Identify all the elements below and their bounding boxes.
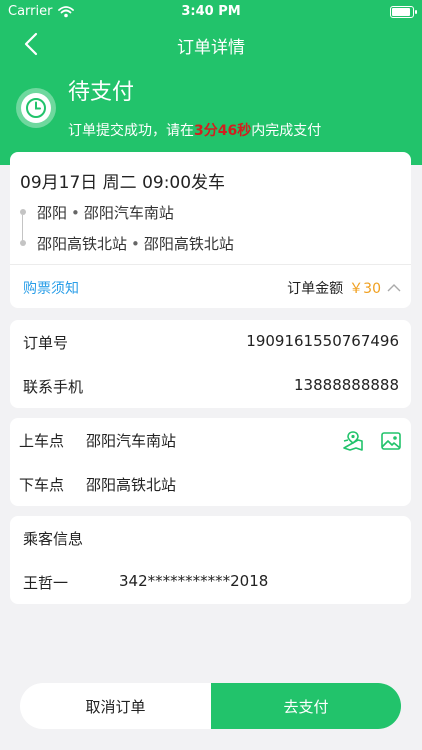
image-icon[interactable] bbox=[380, 430, 402, 452]
battery-icon bbox=[390, 6, 417, 18]
passenger-name: 王哲一 bbox=[23, 574, 69, 592]
payment-status: 待支付 bbox=[68, 80, 135, 105]
divider bbox=[10, 264, 411, 265]
passenger-card: 乘客信息 王哲一 342***********2018 bbox=[10, 516, 411, 604]
route-line bbox=[22, 215, 23, 241]
stops-card: 上车点 邵阳汽车南站 下车点 邵阳高铁北站 bbox=[10, 418, 411, 506]
map-location-icon[interactable] bbox=[342, 430, 364, 452]
alighting-label: 下车点 bbox=[19, 476, 65, 494]
amount-label: 订单金额 bbox=[287, 281, 344, 297]
status-time: 3:40 PM bbox=[181, 4, 241, 19]
phone-value: 13888888888 bbox=[294, 376, 399, 394]
destination-dot bbox=[20, 240, 26, 246]
countdown: 3分46秒 bbox=[194, 123, 252, 139]
order-number-row: 订单号 1909161550767496 bbox=[23, 332, 399, 353]
order-number-value: 1909161550767496 bbox=[246, 332, 399, 350]
passenger-row: 王哲一 342***********2018 bbox=[23, 572, 268, 593]
trip-card: 09月17日 周二 09:00发车 邵阳 • 邵阳汽车南站 邵阳高铁北站 • 邵阳高铁北… bbox=[10, 152, 411, 308]
boarding-value: 邵阳汽车南站 bbox=[86, 432, 177, 450]
status-bar: Carrier 3:40 PM bbox=[0, 0, 422, 24]
origin-dot bbox=[20, 209, 26, 215]
ticket-notice-link[interactable]: 购票须知 bbox=[23, 278, 79, 298]
payment-tip: 订单提交成功，请在3分46秒内完成支付 bbox=[68, 123, 322, 139]
page-title: 订单详情 bbox=[177, 38, 245, 58]
alighting-value: 邵阳高铁北站 bbox=[86, 476, 177, 494]
origin-stop: 邵阳 • 邵阳汽车南站 bbox=[37, 204, 174, 222]
order-number-label: 订单号 bbox=[23, 334, 69, 352]
phone-label: 联系手机 bbox=[23, 378, 84, 396]
pay-button[interactable]: 去支付 bbox=[211, 683, 401, 729]
clock-icon bbox=[16, 88, 56, 128]
order-amount[interactable]: 订单金额 ￥30 bbox=[287, 278, 401, 298]
departure-time: 09月17日 周二 09:00发车 bbox=[20, 173, 226, 193]
order-info-card: 订单号 1909161550767496 联系手机 13888888888 bbox=[10, 320, 411, 408]
nav-bar: 订单详情 bbox=[0, 24, 422, 64]
chevron-up-icon[interactable] bbox=[387, 283, 401, 293]
amount-value: ￥30 bbox=[349, 281, 381, 297]
passenger-title: 乘客信息 bbox=[23, 530, 84, 548]
destination-stop: 邵阳高铁北站 • 邵阳高铁北站 bbox=[37, 235, 234, 253]
alighting-row: 下车点 邵阳高铁北站 bbox=[19, 474, 176, 495]
cancel-order-button[interactable]: 取消订单 bbox=[20, 683, 211, 729]
phone-row: 联系手机 13888888888 bbox=[23, 376, 399, 397]
boarding-row: 上车点 邵阳汽车南站 bbox=[19, 430, 176, 451]
passenger-id: 342***********2018 bbox=[119, 572, 269, 590]
header-bar: Carrier 3:40 PM 订单详情 待支付 订单提交成功，请在3分46秒内… bbox=[0, 0, 422, 165]
boarding-label: 上车点 bbox=[19, 432, 65, 450]
action-bar: 取消订单 去支付 bbox=[20, 683, 401, 729]
